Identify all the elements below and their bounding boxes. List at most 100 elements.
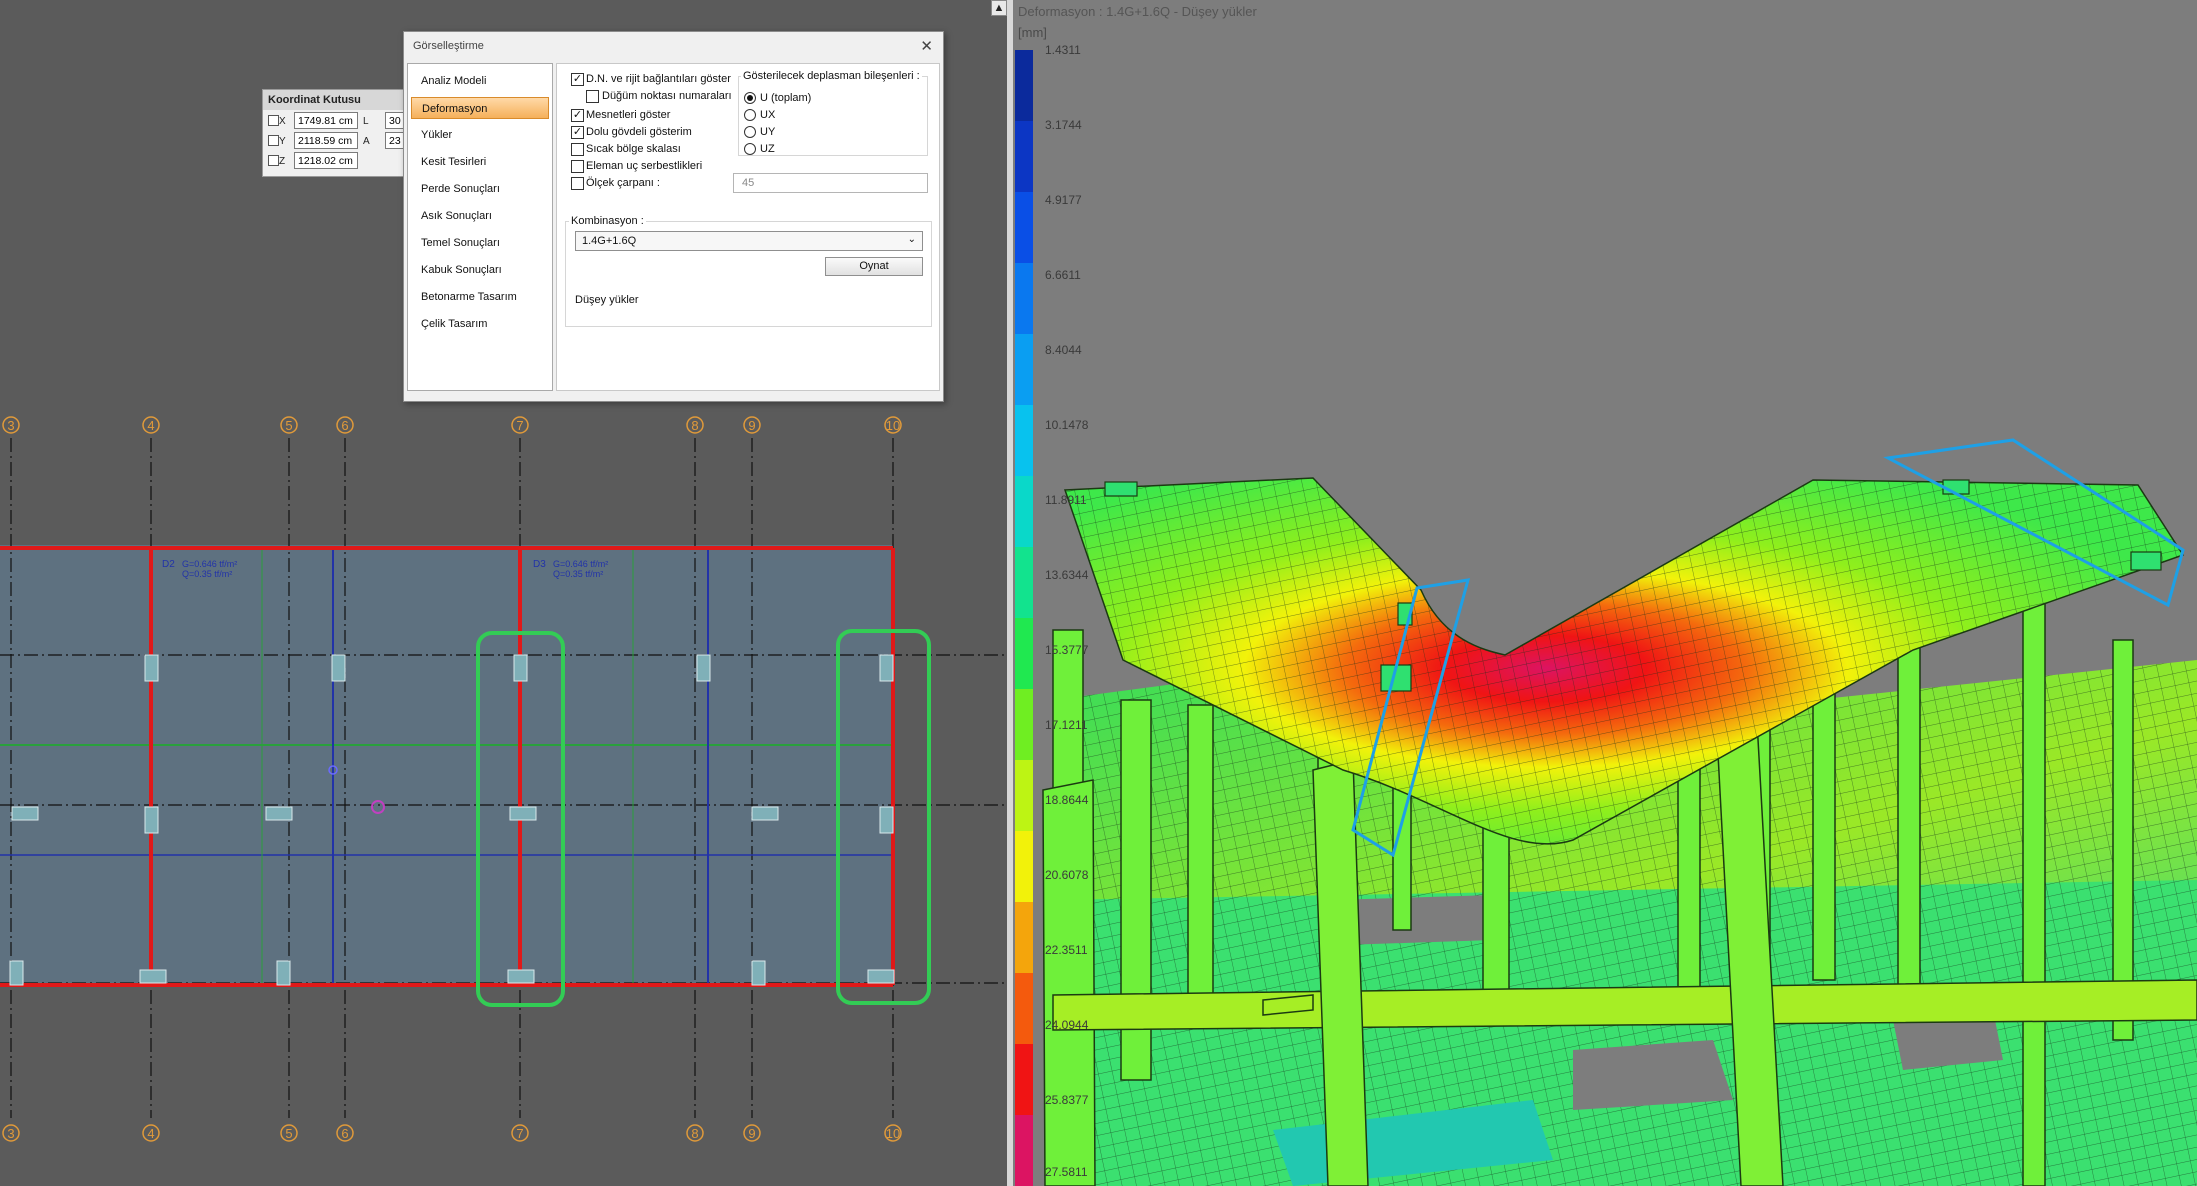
coord-z-field[interactable]: 1218.02 cm (294, 152, 358, 169)
legend-value: 15.3777 (1045, 643, 1089, 657)
close-icon[interactable]: ✕ (920, 37, 933, 55)
visualization-dialog[interactable]: Görselleştirme ✕ Analiz Modeli Deformasy… (403, 31, 944, 402)
nav-item-beam-results[interactable]: Asık Sonuçları (411, 205, 549, 227)
combination-description: Düşey yükler (575, 294, 639, 306)
axis-label: 10 (886, 418, 900, 433)
combination-label: Kombinasyon : (569, 215, 646, 227)
nav-item-wall-results[interactable]: Perde Sonuçları (411, 178, 549, 200)
coord-param-label: L (363, 116, 369, 127)
coord-axis-label: Y (279, 136, 286, 147)
solid-view-label: Dolu gövdeli gösterim (586, 126, 692, 138)
legend-value: 4.9177 (1045, 193, 1082, 207)
coord-axis-label: Z (279, 156, 286, 167)
coord-x-checkbox[interactable] (268, 115, 279, 126)
legend-color-segment (1015, 973, 1033, 1044)
axis-label: 6 (341, 418, 348, 433)
node-numbers-checkbox[interactable] (586, 90, 599, 103)
coord-y-checkbox[interactable] (268, 135, 279, 146)
axis-label: 8 (691, 1126, 698, 1141)
axis-labels-bottom: 3 4 5 6 7 8 9 10 (7, 1126, 900, 1141)
axis-label: 4 (147, 1126, 154, 1141)
deformation-settings-panel: ✓ D.N. ve rijit bağlantıları göster Düğü… (556, 63, 940, 391)
slab-label-q: Q=0.35 tf/m² (553, 569, 603, 579)
radio-u-total[interactable] (744, 92, 756, 104)
combination-value: 1.4G+1.6Q (582, 235, 637, 247)
nav-item-section-forces[interactable]: Kesit Tesirleri (411, 151, 549, 173)
coord-y-field[interactable]: 2118.59 cm (294, 132, 358, 149)
legend-value: 3.1744 (1045, 118, 1082, 132)
components-title: Gösterilecek deplasman bileşenleri : (741, 70, 922, 82)
show-nodes-checkbox[interactable]: ✓ (571, 73, 584, 86)
legend-color-segment (1015, 831, 1033, 902)
coord-param-label: A (363, 136, 370, 147)
radio-uy[interactable] (744, 126, 756, 138)
axis-label: 9 (748, 1126, 755, 1141)
slab-area[interactable] (0, 545, 893, 985)
legend-value: 1.4311 (1045, 43, 1081, 57)
legend-value: 13.6344 (1045, 568, 1089, 582)
legend-color-segment (1015, 689, 1033, 760)
coord-z-checkbox[interactable] (268, 155, 279, 166)
axis-label: 5 (285, 418, 292, 433)
nav-item-deformation[interactable]: Deformasyon (411, 97, 549, 119)
legend-value: 17.1211 (1045, 718, 1088, 732)
coord-axis-label: X (279, 116, 286, 127)
axis-bubbles-bottom (2, 1124, 902, 1142)
axis-label: 7 (516, 1126, 523, 1141)
axis-label: 4 (147, 418, 154, 433)
hot-zone-scale-label: Sıcak bölge skalası (586, 143, 681, 155)
coord-x-field[interactable]: 1749.81 cm (294, 112, 358, 129)
scale-factor-input[interactable]: 45 (733, 173, 928, 193)
arrow-up-icon[interactable]: ▲ (991, 0, 1007, 16)
slab-label-q: Q=0.35 tf/m² (182, 569, 232, 579)
axis-labels-top: 3 4 5 6 7 8 9 10 (7, 418, 900, 433)
legend-value: 27.5811 (1045, 1165, 1088, 1179)
scale-factor-checkbox[interactable] (571, 177, 584, 190)
play-button[interactable]: Oynat (825, 257, 923, 276)
legend-value: 8.4044 (1045, 343, 1082, 357)
nav-item-loads[interactable]: Yükler (411, 124, 549, 146)
scale-factor-label: Ölçek çarpanı : (586, 177, 660, 189)
nav-item-steel-design[interactable]: Çelik Tasarım (411, 313, 549, 335)
radio-uz-label: UZ (760, 143, 775, 155)
legend-color-segment (1015, 902, 1033, 973)
legend-color-segment (1015, 263, 1033, 334)
legend-value: 20.6078 (1045, 868, 1089, 882)
nav-item-foundation-results[interactable]: Temel Sonuçları (411, 232, 549, 254)
legend-value: 24.0944 (1045, 1018, 1089, 1032)
axis-label: 7 (516, 418, 523, 433)
combination-select[interactable]: 1.4G+1.6Q ⌄ (575, 231, 923, 251)
legend-color-segment (1015, 1115, 1033, 1186)
radio-ux-label: UX (760, 109, 776, 121)
legend-value: 11.8911 (1045, 493, 1087, 507)
coordinate-box[interactable]: Koordinat Kutusu X 1749.81 cm L 30 Y 211… (262, 89, 412, 177)
viewport-title: Deformasyon : 1.4G+1.6Q - Düşey yükler (1018, 4, 1257, 19)
dialog-title: Görselleştirme (413, 40, 484, 52)
radio-u-total-label: U (toplam) (760, 92, 812, 104)
legend-color-segment (1015, 121, 1033, 192)
solid-view-checkbox[interactable]: ✓ (571, 126, 584, 139)
axis-label: 8 (691, 418, 698, 433)
end-releases-checkbox[interactable] (571, 160, 584, 173)
deformation-3d-viewport[interactable] (1013, 0, 2197, 1186)
coordinate-box-title[interactable]: Koordinat Kutusu (263, 90, 411, 110)
nav-item-analysis-model[interactable]: Analiz Modeli (411, 70, 549, 92)
show-supports-checkbox[interactable]: ✓ (571, 109, 584, 122)
legend-color-segment (1015, 405, 1033, 476)
radio-uz[interactable] (744, 143, 756, 155)
hot-zone-scale-checkbox[interactable] (571, 143, 584, 156)
chevron-down-icon: ⌄ (907, 234, 916, 245)
slab-label-g: G=0.646 tf/m² (553, 559, 608, 569)
slab-label-name: D3 (533, 559, 546, 570)
legend-color-segment (1015, 1044, 1033, 1115)
nav-item-concrete-design[interactable]: Betonarme Tasarım (411, 286, 549, 308)
legend-color-segment (1015, 476, 1033, 547)
legend-color-segment (1015, 334, 1033, 405)
nav-item-shell-results[interactable]: Kabuk Sonuçları (411, 259, 549, 281)
axis-bubbles-top (2, 416, 902, 434)
dialog-nav-list[interactable]: Analiz Modeli Deformasyon Yükler Kesit T… (407, 63, 553, 391)
slab-label-g: G=0.646 tf/m² (182, 559, 237, 569)
radio-ux[interactable] (744, 109, 756, 121)
node-numbers-label: Düğüm noktası numaraları (602, 90, 732, 102)
deformation-3d-drawing[interactable] (1013, 0, 2197, 1186)
